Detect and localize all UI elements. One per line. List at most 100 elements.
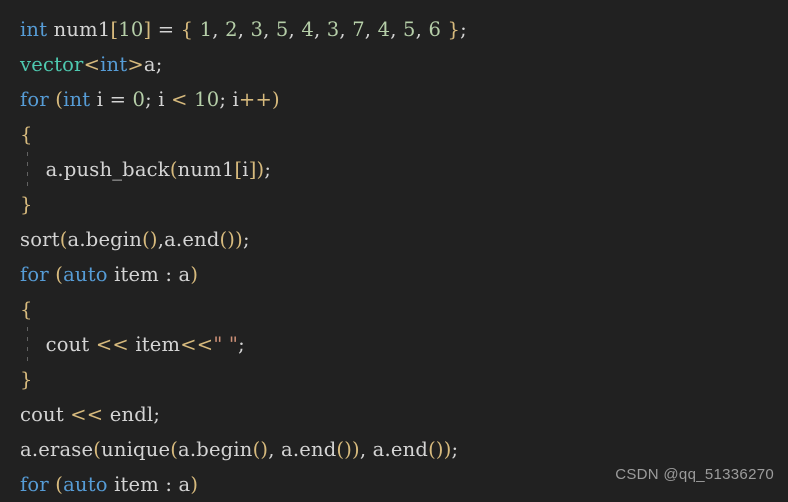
code-line[interactable]: sort(a.begin(),a.end()); (0, 222, 788, 257)
code-token: item (128, 333, 181, 356)
code-token: ( (55, 263, 64, 286)
code-line[interactable]: } (0, 187, 788, 222)
code-token: , (390, 18, 404, 41)
code-token: a.end (281, 438, 337, 461)
code-token: ) (235, 228, 243, 251)
code-token: unique (101, 438, 171, 461)
code-token: 5 (275, 18, 289, 41)
code-token: cout (20, 333, 96, 356)
code-token: auto (63, 263, 108, 286)
code-token: ++ (238, 88, 272, 111)
code-token: 10 (194, 88, 220, 111)
code-token: cout (20, 403, 71, 426)
code-token: = (151, 18, 181, 41)
code-token: a.end (164, 228, 220, 251)
indent-guide (27, 152, 28, 187)
csdn-watermark: CSDN @qq_51336270 (615, 466, 774, 483)
code-token: , (268, 438, 281, 461)
code-token: for (20, 473, 49, 496)
indent-guide (27, 327, 28, 362)
code-token: ( (59, 228, 68, 251)
code-line[interactable]: for (int i = 0; i < 10; i++) (0, 82, 788, 117)
code-line[interactable]: for (auto item : a) (0, 257, 788, 292)
code-token: , (415, 18, 429, 41)
code-token: { (20, 123, 33, 146)
code-lines-container[interactable]: int num1[10] = { 1, 2, 3, 5, 4, 3, 7, 4,… (0, 0, 788, 502)
code-token: 0 (132, 88, 146, 111)
code-token: 3 (326, 18, 340, 41)
code-token: , (364, 18, 378, 41)
code-token: ( (170, 438, 179, 461)
code-token: } (20, 368, 33, 391)
code-token: } (447, 18, 461, 41)
code-token: } (20, 193, 33, 216)
code-token: 1 (199, 18, 213, 41)
code-token: 4 (301, 18, 314, 41)
code-token: auto (63, 473, 108, 496)
code-token: int (20, 18, 48, 41)
code-token: i = (90, 88, 133, 111)
code-line[interactable]: cout << item<<" "; (0, 327, 788, 362)
code-token: << (95, 333, 129, 356)
code-token: , (263, 18, 276, 41)
code-token: < (83, 53, 101, 76)
code-token: ) (443, 438, 452, 461)
code-token: ( (93, 438, 102, 461)
code-token: ; i (145, 88, 172, 111)
code-editor[interactable]: int num1[10] = { 1, 2, 3, 5, 4, 3, 7, 4,… (0, 0, 788, 502)
code-token: a.end (372, 438, 429, 461)
code-token: ; i (219, 88, 239, 111)
code-token: () (252, 438, 269, 461)
code-token: num1 (177, 158, 235, 181)
code-token: ) (272, 88, 280, 111)
code-line[interactable]: } (0, 362, 788, 397)
code-token: 10 (118, 18, 144, 41)
code-token: << (180, 333, 214, 356)
code-token: , (313, 18, 327, 41)
code-token: < (171, 88, 188, 111)
code-token: ) (352, 438, 360, 461)
code-token: 5 (403, 18, 416, 41)
code-token: ; (238, 333, 245, 356)
code-token: ) (190, 473, 199, 496)
code-token: ( (55, 88, 64, 111)
code-token: ] (248, 158, 257, 181)
code-token: 7 (352, 18, 365, 41)
code-token: sort (20, 228, 60, 251)
code-token: ( (169, 158, 178, 181)
code-token: a.push_back (20, 158, 170, 181)
code-token: , (212, 18, 226, 41)
code-token: () (142, 228, 158, 251)
code-token: () (428, 438, 444, 461)
code-line[interactable]: vector<int>a; (0, 47, 788, 82)
code-token: , (237, 18, 251, 41)
code-line[interactable]: int num1[10] = { 1, 2, 3, 5, 4, 3, 7, 4,… (0, 12, 788, 47)
code-token: { (180, 18, 194, 41)
code-token: vector (20, 53, 84, 76)
code-token: endl; (103, 403, 161, 426)
code-token: " " (213, 333, 239, 356)
code-token: ; (451, 438, 459, 461)
code-token: a.begin (67, 228, 143, 251)
code-token: ) (190, 263, 199, 286)
code-token: << (70, 403, 104, 426)
code-token: item : a (107, 473, 191, 496)
code-token: , (359, 438, 373, 461)
code-token: () (336, 438, 353, 461)
code-token: num1 (47, 18, 111, 41)
code-token: > (127, 53, 144, 76)
code-line[interactable]: { (0, 117, 788, 152)
code-line[interactable]: { (0, 292, 788, 327)
code-line[interactable]: cout << endl; (0, 397, 788, 432)
code-token: 2 (225, 18, 238, 41)
code-token: 3 (250, 18, 264, 41)
code-token: item : a (107, 263, 191, 286)
code-line[interactable]: a.push_back(num1[i]); (0, 152, 788, 187)
code-token: a.begin (178, 438, 253, 461)
code-token: , (288, 18, 302, 41)
code-token: int (63, 88, 91, 111)
code-token: for (20, 88, 49, 111)
code-token: ; (460, 18, 467, 41)
code-token: { (20, 298, 33, 321)
code-token: 4 (377, 18, 391, 41)
